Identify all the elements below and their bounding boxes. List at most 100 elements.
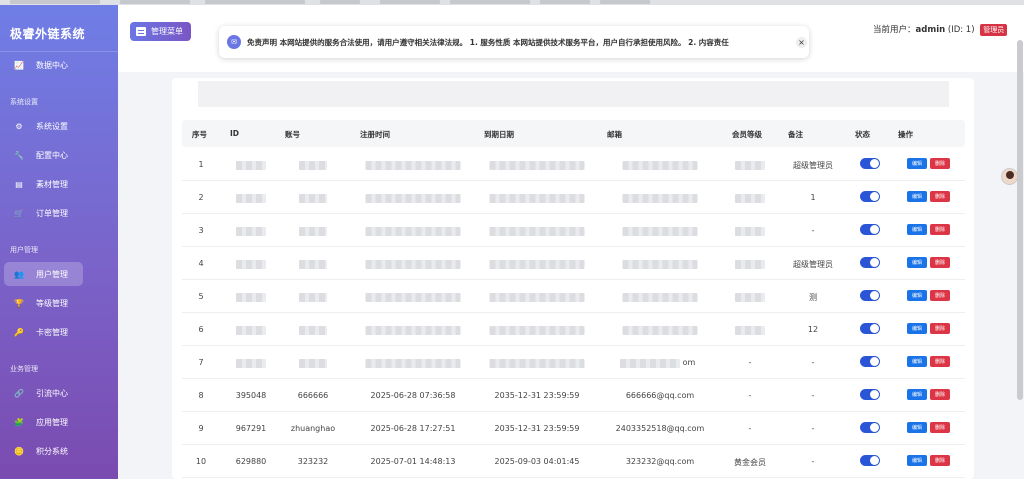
status-toggle[interactable]	[860, 257, 880, 268]
page-scrollbar[interactable]	[1017, 40, 1023, 400]
redacted-expire	[489, 293, 585, 302]
status-toggle[interactable]	[860, 224, 880, 235]
disclaimer-notice: ✉ 免责声明 本网站提供的服务合法使用，请用户遵守相关法律法规。 1. 服务性质…	[219, 26, 809, 58]
edit-button[interactable]: 编辑	[907, 323, 927, 334]
notice-text: 免责声明 本网站提供的服务合法使用，请用户遵守相关法律法规。 1. 服务性质 本…	[247, 37, 729, 47]
sidebar-item-materials[interactable]: ▤ 素材管理	[4, 172, 114, 196]
edit-button[interactable]: 编辑	[907, 224, 927, 235]
cell-email: 2403352518@qq.com	[615, 424, 705, 433]
delete-button[interactable]: 删除	[930, 323, 950, 334]
cell-note: 12	[807, 325, 819, 334]
delete-button[interactable]: 删除	[930, 356, 950, 367]
table-row: 3 - 编辑 删除	[182, 214, 965, 247]
edit-button[interactable]: 编辑	[907, 158, 927, 169]
col-status: 状态	[855, 130, 870, 139]
username: admin	[915, 25, 946, 35]
cell-note: -	[811, 424, 815, 433]
cell-index: 9	[198, 424, 204, 433]
edit-button[interactable]: 编辑	[907, 356, 927, 367]
cell-email-tail: om	[682, 358, 696, 367]
delete-button[interactable]: 删除	[930, 290, 950, 301]
trophy-icon: 🏆	[14, 298, 24, 308]
edit-button[interactable]: 编辑	[907, 389, 927, 400]
redacted-account	[299, 326, 327, 335]
cell-note: -	[811, 358, 815, 367]
edit-button[interactable]: 编辑	[907, 290, 927, 301]
sidebar-item-dashboard[interactable]: 📈 数据中心	[4, 53, 114, 77]
sidebar-item-settings[interactable]: ⚙ 系统设置	[4, 114, 114, 138]
cell-expire: 2025-09-03 04:01:45	[494, 457, 580, 466]
sidebar-item-config[interactable]: 🔧 配置中心	[4, 143, 114, 167]
sidebar-item-apps[interactable]: 🧩 应用管理	[4, 410, 114, 434]
edit-button[interactable]: 编辑	[907, 257, 927, 268]
delete-button[interactable]: 删除	[930, 224, 950, 235]
cell-reg-time: 2025-06-28 07:36:58	[370, 391, 456, 400]
sidebar-section-business: 业务管理	[10, 365, 38, 373]
edit-button[interactable]: 编辑	[907, 191, 927, 202]
admin-menu-button[interactable]: 管理菜单	[130, 22, 191, 41]
redacted-level	[735, 161, 765, 170]
edit-button[interactable]: 编辑	[907, 455, 927, 466]
current-user: 当前用户：admin (ID: 1) 管理员	[873, 23, 1008, 36]
status-toggle[interactable]	[860, 323, 880, 334]
users-icon: 👥	[14, 269, 24, 279]
bell-icon: ✉	[227, 35, 241, 49]
redacted-account	[299, 194, 327, 203]
status-toggle[interactable]	[860, 389, 880, 400]
file-icon: ▤	[15, 179, 23, 189]
status-toggle[interactable]	[860, 290, 880, 301]
status-toggle[interactable]	[860, 356, 880, 367]
cell-note: -	[811, 391, 815, 400]
sidebar-item-traffic[interactable]: 🔗 引流中心	[4, 381, 114, 405]
sidebar-item-orders[interactable]: 🛒 订单管理	[4, 201, 114, 225]
redacted-expire	[489, 326, 585, 335]
redacted-reg-time	[365, 194, 461, 203]
delete-button[interactable]: 删除	[930, 158, 950, 169]
sidebar-item-levels[interactable]: 🏆 等级管理	[4, 291, 114, 315]
status-toggle[interactable]	[860, 455, 880, 466]
redacted-id	[236, 326, 266, 335]
status-toggle[interactable]	[860, 422, 880, 433]
col-note: 备注	[788, 130, 803, 139]
redacted-account	[299, 293, 327, 302]
cell-id: 395048	[235, 391, 267, 400]
cell-email: 666666@qq.com	[625, 391, 695, 400]
table-row: 5 测 编辑 删除	[182, 280, 965, 313]
sidebar-item-label: 配置中心	[36, 150, 68, 160]
cell-index: 4	[198, 259, 204, 268]
redacted-email	[622, 194, 698, 203]
user-label: 当前用户：	[873, 25, 916, 35]
redacted-reg-time	[365, 260, 461, 269]
delete-button[interactable]: 删除	[930, 455, 950, 466]
redacted-level	[735, 260, 765, 269]
delete-button[interactable]: 删除	[930, 191, 950, 202]
cell-id: 967291	[235, 424, 267, 433]
user-id: (ID: 1)	[947, 25, 975, 35]
redacted-id	[236, 161, 266, 170]
sidebar-item-users[interactable]: 👥 用户管理	[4, 262, 83, 286]
col-index: 序号	[192, 130, 207, 139]
close-icon[interactable]: ×	[796, 36, 807, 48]
search-toolbar	[198, 81, 949, 107]
edit-button[interactable]: 编辑	[907, 422, 927, 433]
top-header: 管理菜单 ✉ 免责声明 本网站提供的服务合法使用，请用户遵守相关法律法规。 1.…	[118, 5, 1024, 72]
status-toggle[interactable]	[860, 158, 880, 169]
delete-button[interactable]: 删除	[930, 389, 950, 400]
redacted-expire	[489, 194, 585, 203]
table-row: 10 629880 323232 2025-07-01 14:48:13 2025-09…	[182, 445, 965, 478]
delete-button[interactable]: 删除	[930, 257, 950, 268]
status-toggle[interactable]	[860, 191, 880, 202]
redacted-id	[236, 194, 266, 203]
sidebar-item-label: 卡密管理	[36, 327, 68, 337]
floating-avatar[interactable]	[1001, 168, 1018, 185]
sidebar-item-cards[interactable]: 🔑 卡密管理	[4, 320, 114, 344]
redacted-reg-time	[365, 161, 461, 170]
app-logo[interactable]: 极睿外链系统	[10, 25, 85, 42]
cell-note: 测	[809, 293, 817, 302]
redacted-email	[620, 359, 680, 368]
wrench-icon: 🔧	[14, 150, 24, 160]
delete-button[interactable]: 删除	[930, 422, 950, 433]
redacted-id	[236, 227, 266, 236]
sidebar-item-points[interactable]: 🪙 积分系统	[4, 439, 114, 463]
cell-reg-time: 2025-06-28 17:27:51	[370, 424, 456, 433]
